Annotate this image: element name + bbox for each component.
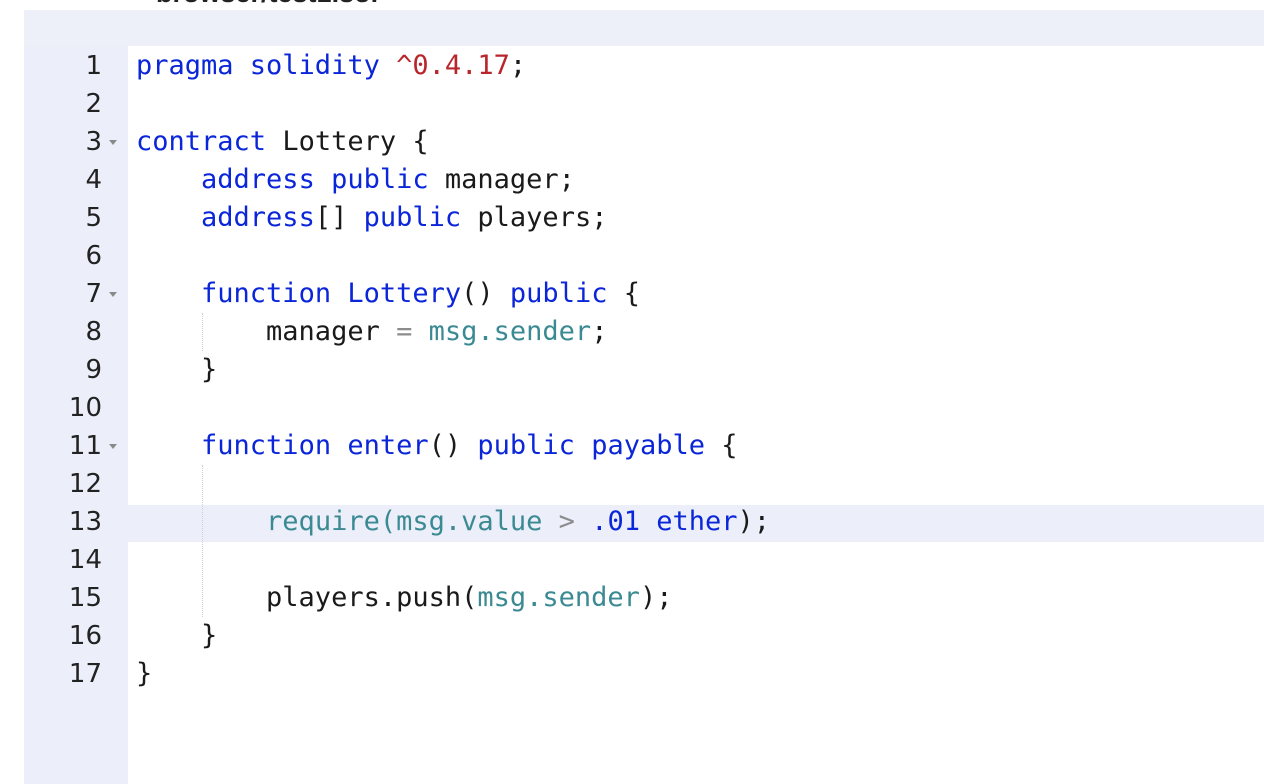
fold-arrow-icon[interactable] xyxy=(108,427,120,465)
code-token: ); xyxy=(737,506,771,537)
file-tab-label: browser/test1.sol xyxy=(156,0,378,9)
line-number: 9 xyxy=(85,355,102,385)
code-token: players.push( xyxy=(136,582,478,613)
code-line: contract Lottery { xyxy=(136,123,429,161)
code-token: require( xyxy=(266,506,397,537)
line-number: 8 xyxy=(85,317,102,347)
code-line: } xyxy=(136,655,152,693)
code-line: pragma solidity ^0.4.17; xyxy=(136,47,526,85)
code-token: msg.value xyxy=(396,506,543,537)
code-token: ^0.4.17 xyxy=(396,50,510,81)
indent-guide xyxy=(202,465,203,617)
line-number: 4 xyxy=(85,165,102,195)
line-number: 17 xyxy=(68,659,102,689)
code-token: address public xyxy=(201,164,429,195)
code-line: function enter() public payable { xyxy=(136,427,738,465)
fold-arrow-icon[interactable] xyxy=(108,123,120,161)
code-token: ); xyxy=(639,582,673,613)
code-token: function xyxy=(201,278,332,309)
line-number: 1 xyxy=(85,51,102,81)
code-token: .01 ether xyxy=(591,506,738,537)
code-token: Lottery xyxy=(347,278,462,309)
code-token: } xyxy=(136,354,218,385)
line-number: 6 xyxy=(85,241,102,271)
code-token: ; xyxy=(591,316,608,347)
line-number: 12 xyxy=(68,469,102,499)
code-token: } xyxy=(136,658,153,689)
code-line: require(msg.value > .01 ether); xyxy=(136,503,770,541)
code-line: address[] public players; xyxy=(136,199,607,237)
code-token: { xyxy=(607,278,640,309)
line-number: 10 xyxy=(68,393,102,423)
line-number: 7 xyxy=(85,279,102,309)
code-line: } xyxy=(136,617,217,655)
line-number: 13 xyxy=(68,507,102,537)
file-tab[interactable]: browser/test1.sol xyxy=(138,0,452,10)
code-line: players.push(msg.sender); xyxy=(136,579,672,617)
line-number: 15 xyxy=(68,583,102,613)
code-token: Lottery { xyxy=(282,126,429,157)
code-line: manager = msg.sender; xyxy=(136,313,607,351)
code-token: manager xyxy=(136,316,397,347)
code-token: () xyxy=(428,430,478,461)
code-token: () xyxy=(461,278,510,309)
indent-guide xyxy=(202,313,203,351)
line-number: 11 xyxy=(68,431,102,461)
line-number: 3 xyxy=(85,127,102,157)
code-token: msg.sender xyxy=(477,582,640,613)
code-token: address xyxy=(201,202,315,233)
code-token: { xyxy=(704,430,738,461)
code-token: ; xyxy=(509,50,527,81)
code-line: address public manager; xyxy=(136,161,575,199)
line-number: 16 xyxy=(68,621,102,651)
code-token: contract xyxy=(136,126,283,157)
code-token: players; xyxy=(461,202,608,233)
code-token: } xyxy=(136,620,218,651)
code-token: function xyxy=(201,430,332,461)
line-number: 14 xyxy=(68,545,102,575)
code-token: public xyxy=(363,202,462,233)
code-token: enter xyxy=(347,430,429,461)
code-token: [] xyxy=(314,202,364,233)
code-line: function Lottery() public { xyxy=(136,275,640,313)
fold-arrow-icon[interactable] xyxy=(108,275,120,313)
line-number: 5 xyxy=(85,203,102,233)
line-number: 2 xyxy=(85,89,102,119)
code-token: = xyxy=(396,316,413,347)
code-line: } xyxy=(136,351,217,389)
code-token: > xyxy=(558,506,575,537)
code-token: public xyxy=(509,278,608,309)
code-token: pragma solidity xyxy=(136,50,397,81)
code-token: public payable xyxy=(477,430,705,461)
code-token: manager; xyxy=(428,164,575,195)
code-token: msg.sender xyxy=(428,316,592,347)
